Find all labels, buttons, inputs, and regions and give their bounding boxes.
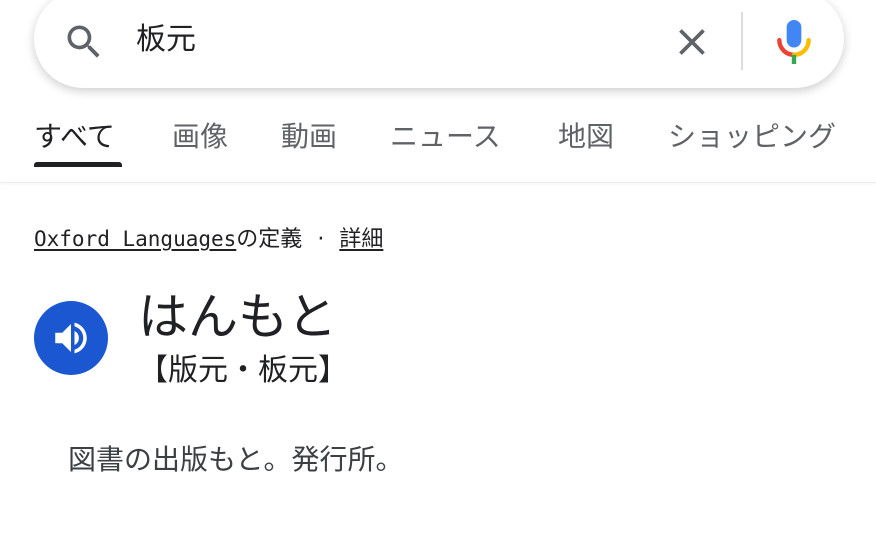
tab-shopping[interactable]: ショッピング [668, 118, 836, 156]
tab-images[interactable]: 画像 [172, 118, 228, 156]
definition-text: 図書の出版もと。発行所。 [68, 443, 404, 476]
oxford-languages-link[interactable]: Oxford Languages [34, 227, 236, 251]
details-link[interactable]: 詳細 [339, 227, 383, 252]
tab-maps[interactable]: 地図 [558, 118, 614, 156]
search-tabs: すべて 画像 動画 ニュース 地図 ショッピング [0, 92, 876, 183]
mic-icon[interactable] [772, 16, 816, 68]
speaker-icon [55, 322, 87, 354]
search-header: 板元 [0, 0, 876, 92]
kanji-notation: 【版元・板元】 [138, 353, 348, 388]
search-input[interactable]: 板元 [136, 18, 196, 62]
pronunciation-button[interactable] [34, 301, 108, 375]
source-suffix: の定義 [236, 227, 303, 252]
tab-all[interactable]: すべて [34, 118, 115, 156]
close-icon[interactable] [670, 20, 714, 64]
tab-videos[interactable]: 動画 [281, 118, 337, 156]
dictionary-source: Oxford Languagesの定義 · 詳細 [34, 224, 383, 255]
active-tab-indicator [34, 162, 122, 167]
tab-news[interactable]: ニュース [390, 118, 501, 156]
headword: はんもと [138, 288, 337, 346]
search-bar-divider [741, 12, 743, 70]
source-separator: · [317, 227, 325, 252]
search-icon[interactable] [62, 20, 106, 64]
